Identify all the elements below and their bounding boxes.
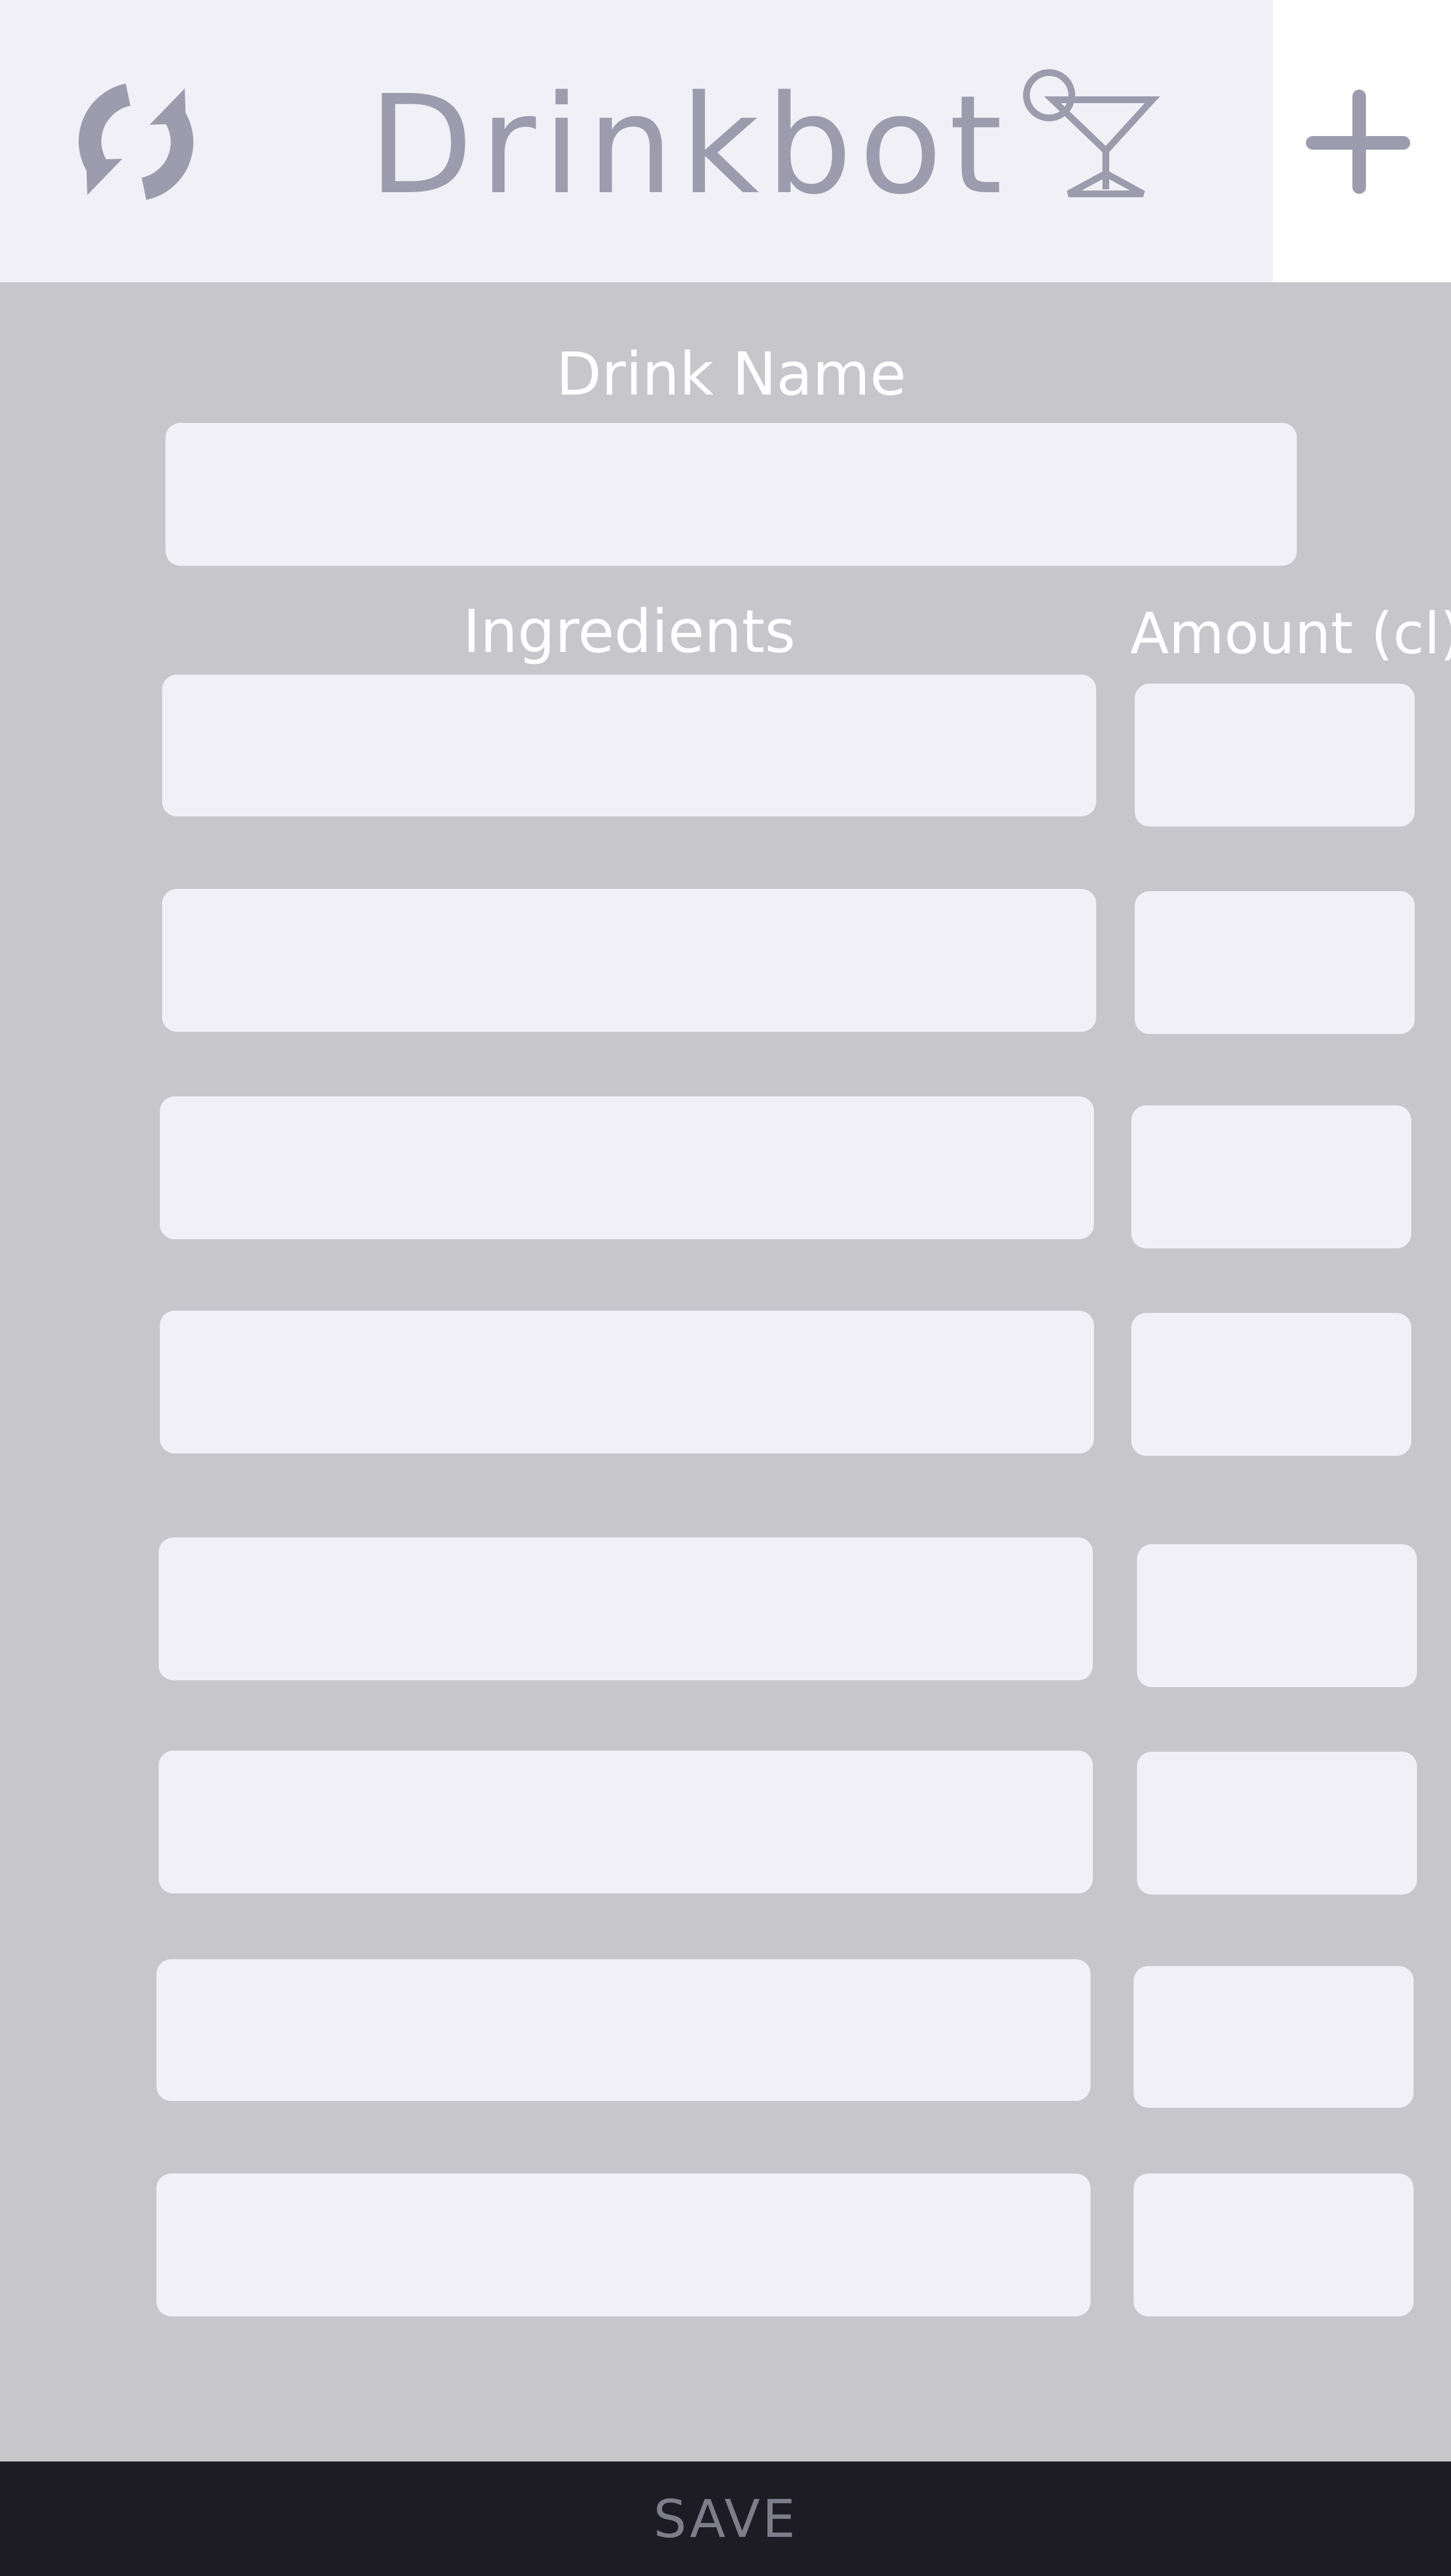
refresh-icon: [78, 83, 194, 200]
amount-input[interactable]: [1134, 2174, 1414, 2316]
ingredient-input[interactable]: [160, 1311, 1094, 1454]
cocktail-glass-icon: [1023, 69, 1160, 197]
drink-name-label: Drink Name: [556, 340, 906, 409]
app-title: Drinkbot: [368, 60, 1164, 230]
app-title-text: Drinkbot: [368, 66, 1009, 224]
ingredient-input[interactable]: [156, 2174, 1091, 2316]
add-drink-button[interactable]: [1301, 85, 1415, 198]
amount-input[interactable]: [1131, 1313, 1411, 1456]
refresh-button[interactable]: [68, 74, 204, 210]
plus-icon: [1306, 90, 1410, 194]
save-button[interactable]: SAVE: [0, 2461, 1451, 2576]
amount-input[interactable]: [1135, 891, 1415, 1034]
ingredient-input[interactable]: [159, 1537, 1093, 1680]
amount-input[interactable]: [1135, 684, 1415, 827]
drink-name-input[interactable]: [166, 423, 1297, 566]
ingredient-input[interactable]: [159, 1751, 1093, 1893]
ingredient-input[interactable]: [162, 889, 1096, 1032]
amount-input[interactable]: [1137, 1752, 1417, 1895]
ingredients-label: Ingredients: [463, 597, 796, 666]
amount-label: Amount (cl): [1130, 600, 1451, 667]
ingredient-input[interactable]: [156, 1959, 1091, 2101]
amount-input[interactable]: [1131, 1105, 1411, 1248]
ingredient-input[interactable]: [160, 1096, 1094, 1239]
amount-input[interactable]: [1137, 1544, 1417, 1687]
amount-input[interactable]: [1134, 1966, 1414, 2108]
ingredient-input[interactable]: [162, 675, 1096, 816]
app-header: Drinkbot: [0, 0, 1451, 282]
